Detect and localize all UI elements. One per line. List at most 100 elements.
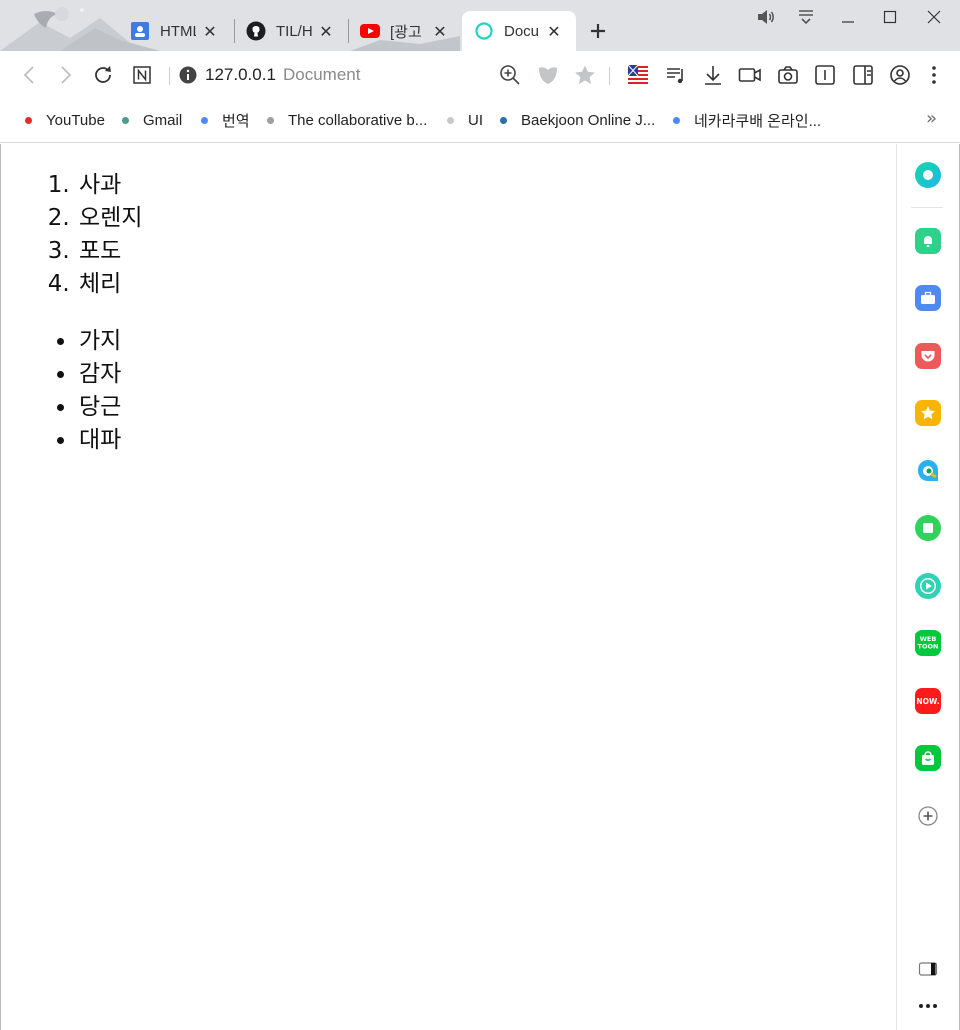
video-camera-icon bbox=[738, 68, 761, 82]
bookmark-youtube[interactable]: YouTube bbox=[25, 110, 105, 130]
notion-icon bbox=[133, 66, 151, 84]
list-item: 당근 bbox=[77, 391, 896, 424]
tab-youtube-ad[interactable]: [광고 ✕ bbox=[360, 11, 448, 51]
bookmark-label: YouTube bbox=[46, 111, 105, 129]
loading-ring-icon bbox=[474, 21, 494, 41]
forward-button[interactable] bbox=[54, 63, 78, 87]
downloads-button[interactable] bbox=[701, 63, 725, 87]
plus-circle-icon bbox=[918, 806, 938, 826]
tab-title: [광고 bbox=[390, 23, 422, 41]
bookmark-label: 번역 bbox=[222, 112, 250, 130]
video-capture-button[interactable] bbox=[738, 63, 762, 87]
playlist-icon bbox=[667, 68, 683, 84]
media-play-icon[interactable] bbox=[915, 573, 941, 599]
briefcase-icon[interactable] bbox=[915, 285, 941, 311]
back-button[interactable] bbox=[17, 63, 41, 87]
zoom-button[interactable] bbox=[498, 63, 522, 87]
more-vertical-icon bbox=[932, 66, 936, 84]
tab-search-button[interactable] bbox=[794, 4, 818, 30]
shopping-bag-icon[interactable] bbox=[915, 745, 941, 771]
bookmarks-overflow-button[interactable]: » bbox=[926, 108, 937, 129]
list-item: 체리 bbox=[77, 268, 896, 301]
camera-icon bbox=[778, 66, 798, 84]
playlist-button[interactable] bbox=[664, 63, 688, 87]
more-horizontal-icon bbox=[919, 1004, 937, 1008]
fruit-ordered-list: 사과 오렌지 포도 체리 bbox=[47, 169, 896, 301]
list-item: 감자 bbox=[77, 358, 896, 391]
tab-html[interactable]: HTML ✕ bbox=[130, 11, 218, 51]
tab-title: HTML bbox=[160, 22, 196, 40]
reload-button[interactable] bbox=[91, 63, 115, 87]
us-flag-icon bbox=[627, 64, 648, 85]
svg-text:NOW.: NOW. bbox=[916, 697, 939, 706]
mute-tab-button[interactable] bbox=[754, 4, 778, 30]
toolbar-divider bbox=[609, 67, 610, 85]
memo-icon[interactable] bbox=[915, 515, 941, 541]
close-icon[interactable]: ✕ bbox=[318, 22, 334, 41]
tab-separator bbox=[234, 19, 235, 43]
bookmark-favicon-icon bbox=[267, 116, 274, 124]
screenshot-button[interactable] bbox=[776, 63, 800, 87]
tab-document[interactable]: Docu ✕ bbox=[462, 11, 576, 51]
list-item: 포도 bbox=[77, 235, 896, 268]
toolbar-divider bbox=[169, 67, 170, 85]
bookmark-favicon-icon bbox=[25, 116, 32, 124]
maximize-button[interactable] bbox=[878, 4, 902, 30]
bookmark-gmail[interactable]: Gmail bbox=[122, 110, 182, 130]
reload-icon bbox=[95, 66, 111, 83]
bookmark-collaborative[interactable]: The collaborative b... bbox=[267, 110, 427, 130]
bookmark-label: 네카라쿠배 온라인... bbox=[694, 112, 822, 130]
close-icon[interactable]: ✕ bbox=[202, 22, 218, 41]
list-item: 가지 bbox=[77, 325, 896, 358]
notion-extension-button[interactable] bbox=[130, 63, 154, 87]
bookmark-star-button[interactable] bbox=[573, 63, 597, 87]
youtube-icon bbox=[360, 21, 380, 41]
new-tab-button[interactable] bbox=[586, 19, 610, 43]
minimize-button[interactable] bbox=[836, 4, 860, 30]
address-host[interactable]: 127.0.0.1 bbox=[205, 65, 276, 85]
close-icon bbox=[927, 10, 941, 24]
tab-til[interactable]: TIL/H ✕ bbox=[246, 11, 334, 51]
whale-shield-button[interactable] bbox=[536, 63, 560, 87]
bookmark-baekjoon[interactable]: Baekjoon Online J... bbox=[500, 110, 655, 130]
notification-bell-icon[interactable] bbox=[915, 228, 941, 254]
close-icon[interactable]: ✕ bbox=[432, 22, 448, 41]
address-page-title[interactable]: Document bbox=[283, 65, 360, 85]
bookmark-translate[interactable]: 번역 bbox=[201, 110, 250, 130]
star-icon bbox=[575, 65, 595, 84]
panel-more-button[interactable] bbox=[915, 993, 941, 1019]
now-icon[interactable]: NOW. bbox=[915, 688, 941, 714]
tab-title: Docu bbox=[504, 22, 540, 40]
main-menu-button[interactable] bbox=[922, 63, 946, 87]
profile-button[interactable] bbox=[888, 63, 912, 87]
add-panel-button[interactable] bbox=[915, 803, 941, 829]
webtoon-icon[interactable]: WEB TOON bbox=[915, 630, 941, 656]
account-icon bbox=[890, 65, 910, 85]
bookmark-favicon-icon bbox=[500, 116, 507, 124]
reader-mode-button[interactable] bbox=[813, 63, 837, 87]
panel-collapse-button[interactable] bbox=[915, 956, 941, 982]
panel-toggle-icon bbox=[918, 962, 938, 976]
shield-icon bbox=[539, 67, 557, 84]
pocket-icon[interactable] bbox=[915, 343, 941, 369]
star-bookmark-icon[interactable] bbox=[915, 400, 941, 426]
bookmark-ui[interactable]: UI bbox=[447, 110, 483, 130]
close-window-button[interactable] bbox=[922, 4, 946, 30]
vegetable-unordered-list: 가지 감자 당근 대파 bbox=[47, 325, 896, 457]
page-content: 사과 오렌지 포도 체리 가지 감자 당근 대파 bbox=[0, 144, 896, 1030]
bookmark-label: UI bbox=[468, 111, 483, 129]
site-info-button[interactable] bbox=[176, 63, 200, 87]
split-view-icon bbox=[853, 65, 873, 85]
whale-home-icon[interactable] bbox=[915, 162, 941, 188]
github-icon bbox=[246, 21, 266, 41]
bookmark-favicon-icon bbox=[673, 116, 680, 124]
bookmark-label: Baekjoon Online J... bbox=[521, 111, 656, 129]
sidebar-toggle-button[interactable] bbox=[851, 63, 875, 87]
bookmark-nekarakubae[interactable]: 네카라쿠배 온라인... bbox=[673, 110, 821, 130]
close-icon[interactable]: ✕ bbox=[546, 22, 562, 41]
bookmark-favicon-icon bbox=[447, 116, 454, 124]
list-item: 오렌지 bbox=[77, 202, 896, 235]
tab-strip: HTML ✕ TIL/H ✕ [광고 ✕ Docu ✕ bbox=[0, 0, 960, 51]
papago-translate-icon[interactable] bbox=[915, 458, 941, 484]
translate-extension-button[interactable] bbox=[626, 63, 650, 87]
